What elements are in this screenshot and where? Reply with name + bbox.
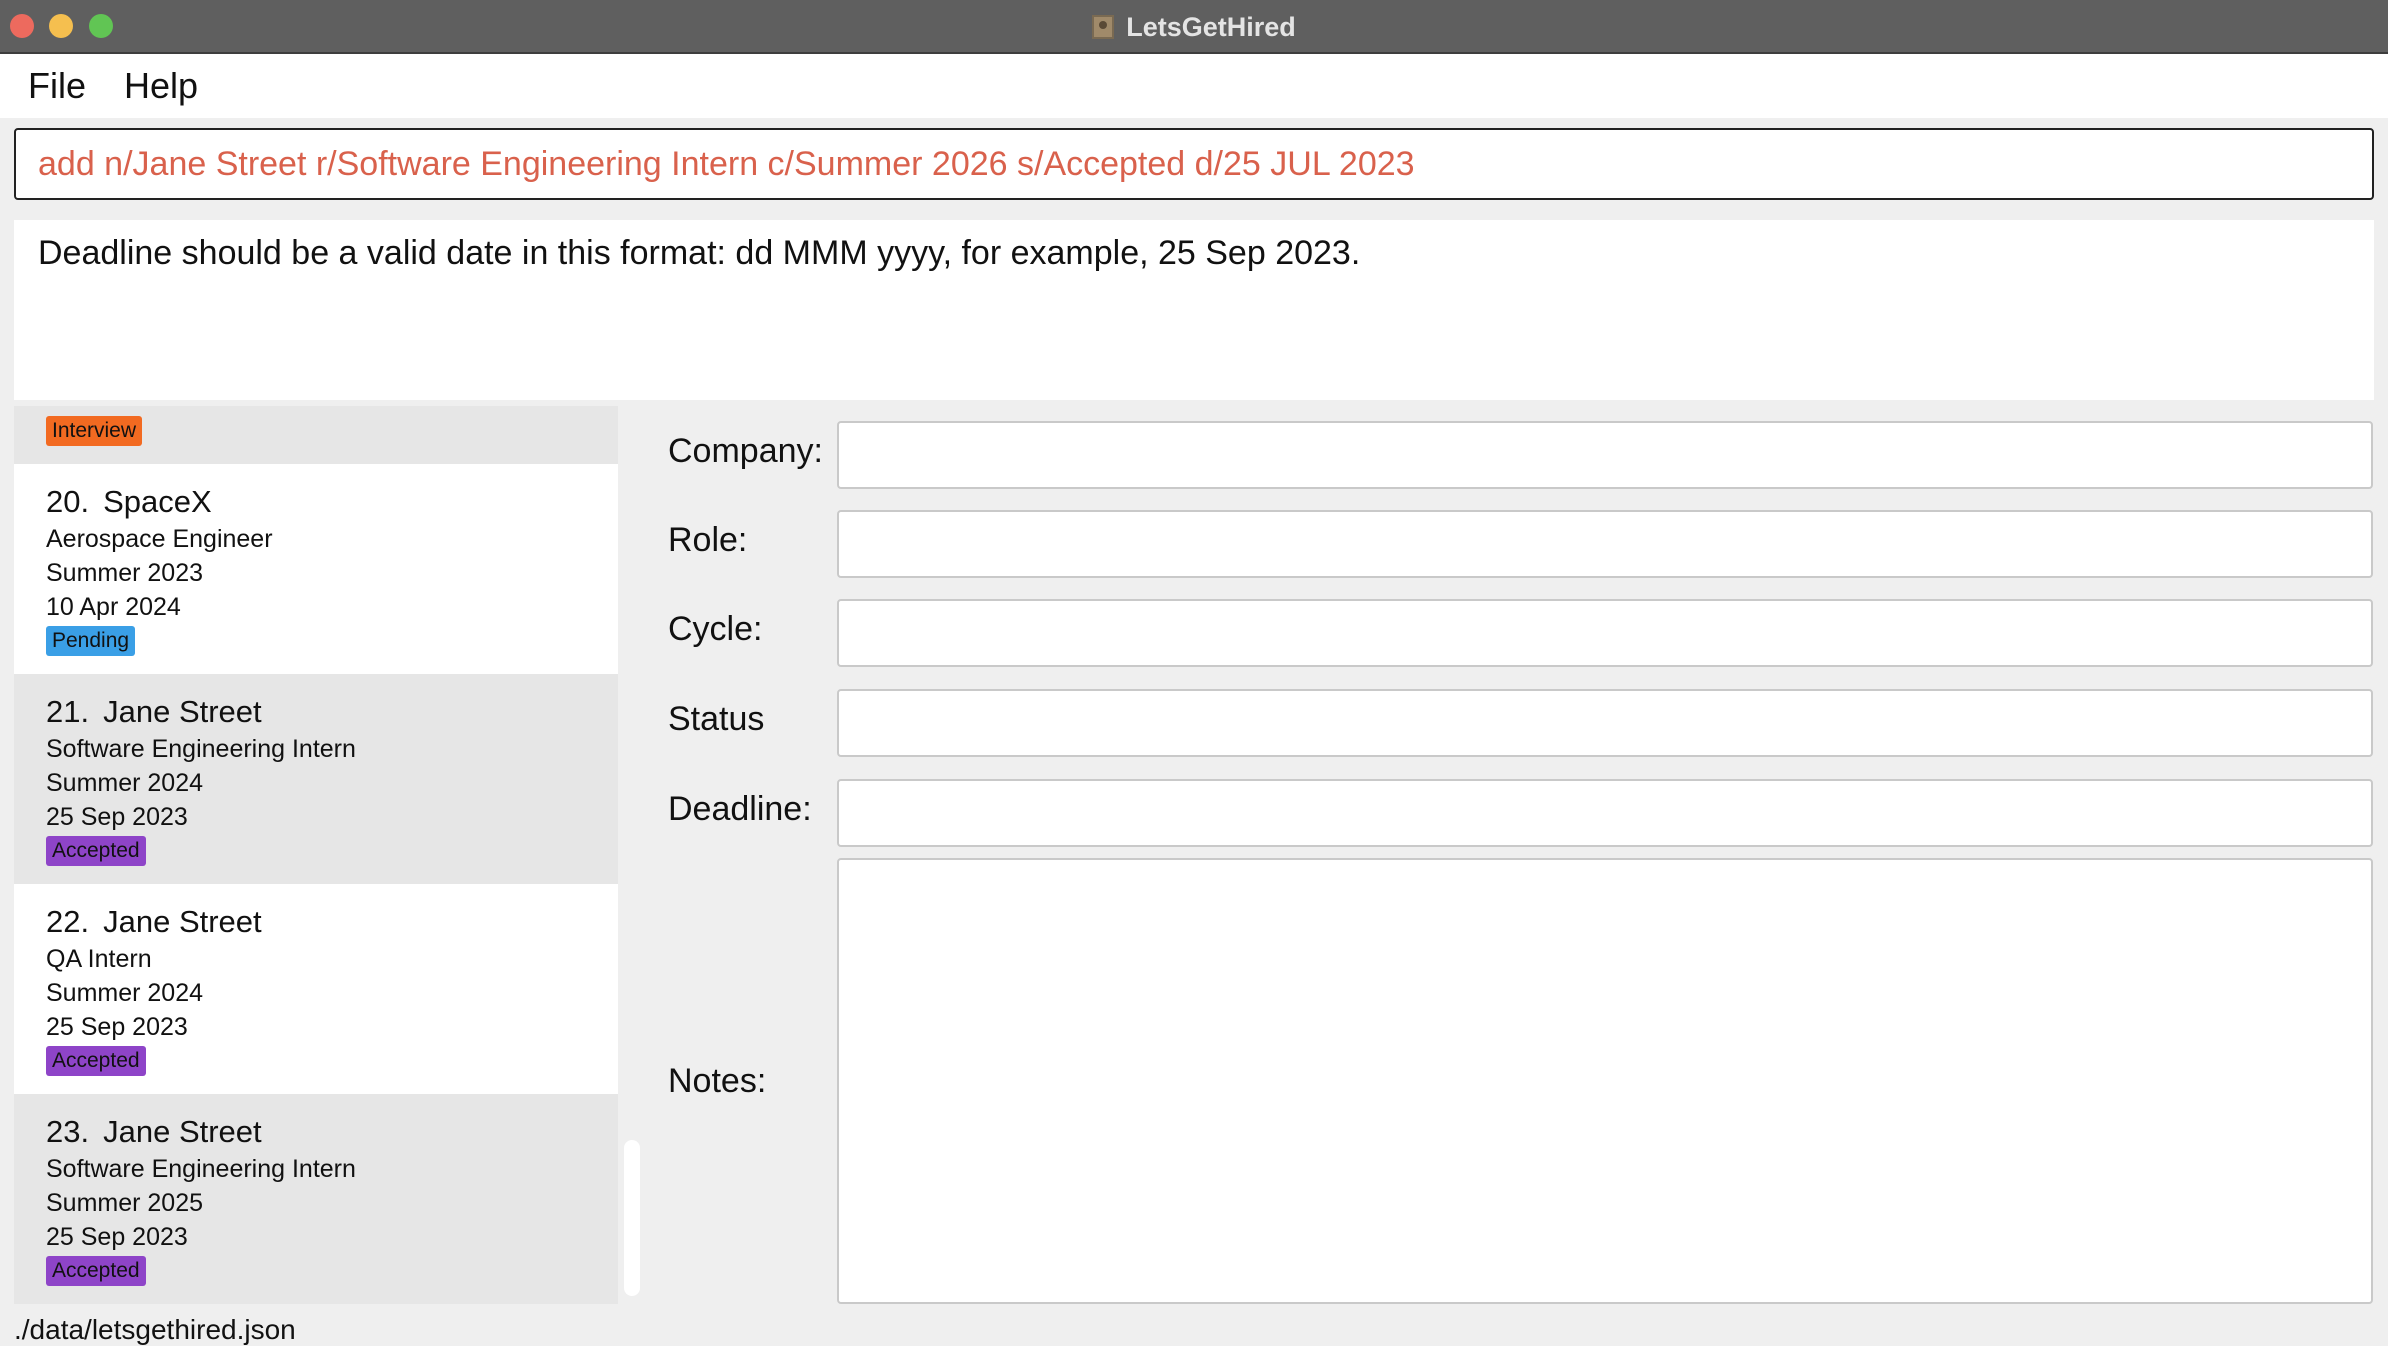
list-item[interactable]: 23. Jane Street Software Engineering Inte… bbox=[14, 1094, 618, 1304]
status-label: Status bbox=[668, 700, 765, 738]
cycle-field[interactable] bbox=[837, 599, 2373, 667]
status-badge: Accepted bbox=[46, 1256, 146, 1286]
card-title: 22. Jane Street bbox=[46, 902, 618, 942]
card-index: 21. bbox=[46, 694, 90, 729]
card-index: 23. bbox=[46, 1114, 90, 1149]
card-deadline: 25 Sep 2023 bbox=[46, 1223, 188, 1251]
list-item[interactable]: 20. SpaceX Aerospace Engineer Summer 2023… bbox=[14, 464, 618, 674]
status-badge: Pending bbox=[46, 626, 136, 656]
status-bar-path: ./data/letsgethired.json bbox=[14, 1314, 296, 1345]
menu-file[interactable]: File bbox=[28, 65, 86, 107]
card-index: 22. bbox=[46, 904, 90, 939]
card-title: 23. Jane Street bbox=[46, 1112, 618, 1152]
card-role: Software Engineering Intern bbox=[46, 1155, 356, 1183]
app-icon bbox=[1092, 15, 1115, 39]
window-title: LetsGetHired bbox=[1126, 11, 1296, 42]
card-cycle: Summer 2025 bbox=[46, 1189, 204, 1217]
result-display: Deadline should be a valid date in this … bbox=[14, 220, 2374, 400]
title-bar: LetsGetHired bbox=[0, 0, 2388, 54]
status-badge: Interview bbox=[46, 416, 143, 446]
window-title-wrap: LetsGetHired bbox=[0, 0, 2388, 54]
card-cycle: Summer 2024 bbox=[46, 979, 204, 1007]
notes-field[interactable] bbox=[837, 858, 2373, 1304]
role-field[interactable] bbox=[837, 510, 2373, 578]
card-company: Jane Street bbox=[103, 694, 262, 729]
menu-bar: File Help bbox=[0, 54, 2388, 118]
card-role: QA Intern bbox=[46, 945, 152, 973]
status-badge: Accepted bbox=[46, 1046, 146, 1076]
cycle-label: Cycle: bbox=[668, 610, 763, 648]
card-cycle: Summer 2024 bbox=[46, 769, 204, 797]
card-deadline: 25 Sep 2023 bbox=[46, 803, 188, 831]
card-company: SpaceX bbox=[103, 484, 212, 519]
list-item[interactable]: 21. Jane Street Software Engineering Inte… bbox=[14, 674, 618, 884]
command-input[interactable]: add n/Jane Street r/Software Engineering… bbox=[14, 128, 2374, 200]
internship-list[interactable]: Interview 20. SpaceX Aerospace Engineer S… bbox=[14, 406, 618, 1304]
card-role: Software Engineering Intern bbox=[46, 735, 356, 763]
company-field[interactable] bbox=[837, 421, 2373, 489]
status-field[interactable] bbox=[837, 689, 2373, 757]
menu-help[interactable]: Help bbox=[124, 65, 198, 107]
card-cycle: Summer 2023 bbox=[46, 559, 204, 587]
card-deadline: 25 Sep 2023 bbox=[46, 1013, 188, 1041]
status-badge: Accepted bbox=[46, 836, 146, 866]
card-company: Jane Street bbox=[103, 1114, 262, 1149]
card-index: 20. bbox=[46, 484, 90, 519]
card-title: 21. Jane Street bbox=[46, 692, 618, 732]
role-label: Role: bbox=[668, 521, 748, 559]
deadline-label: Deadline: bbox=[668, 790, 812, 828]
list-item-partial[interactable]: Interview bbox=[14, 406, 618, 464]
list-item[interactable]: 22. Jane Street QA Intern Summer 2024 25 … bbox=[14, 884, 618, 1094]
list-scrollbar[interactable] bbox=[624, 1140, 640, 1296]
deadline-field[interactable] bbox=[837, 779, 2373, 847]
card-company: Jane Street bbox=[103, 904, 262, 939]
command-text: add n/Jane Street r/Software Engineering… bbox=[38, 144, 1415, 183]
result-message: Deadline should be a valid date in this … bbox=[38, 234, 1361, 272]
card-title: 20. SpaceX bbox=[46, 482, 618, 522]
card-deadline: 10 Apr 2024 bbox=[46, 593, 181, 621]
card-role: Aerospace Engineer bbox=[46, 525, 273, 553]
notes-label: Notes: bbox=[668, 1062, 767, 1100]
company-label: Company: bbox=[668, 432, 823, 470]
